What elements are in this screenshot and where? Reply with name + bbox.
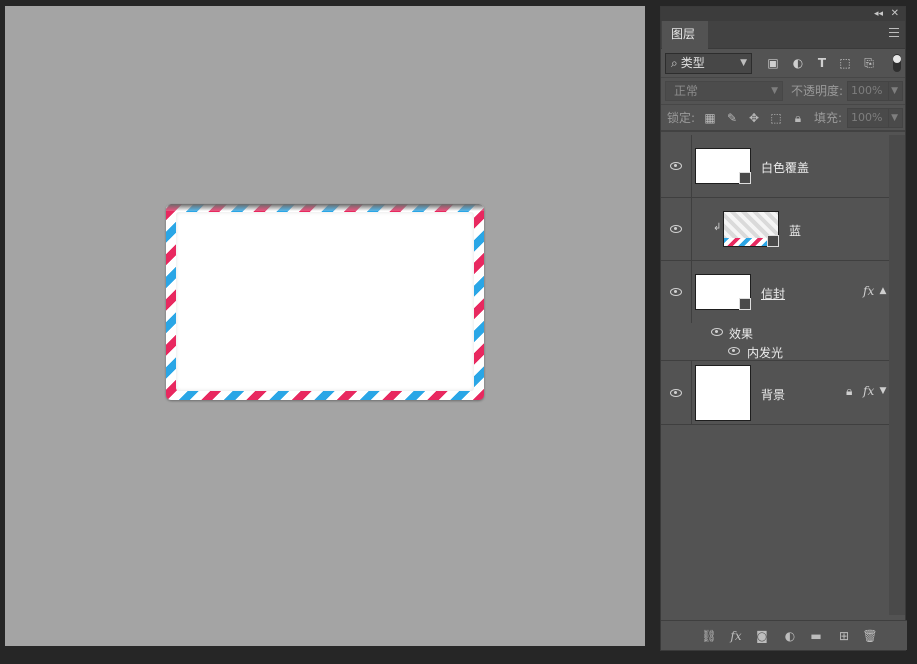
smart-object-badge	[739, 298, 751, 310]
layer-thumbnail	[723, 211, 779, 247]
blend-row: 正常 ▼ 不透明度: 100% ▼	[661, 78, 905, 105]
layer-thumbnail	[695, 148, 751, 184]
mask-icon[interactable]: ◙	[754, 628, 770, 644]
layer-name[interactable]: 蓝	[789, 222, 801, 239]
eye-icon[interactable]	[661, 361, 692, 424]
fill-value: 100%	[851, 111, 883, 124]
clip-arrow-icon: ↲	[713, 222, 722, 233]
collapse-icon[interactable]: ◂◂	[874, 7, 883, 21]
eye-icon[interactable]	[728, 347, 740, 355]
new-layer-icon[interactable]: ⊞	[836, 628, 852, 644]
layers-scrollbar[interactable]	[889, 135, 905, 615]
smart-object-filter-icon[interactable]: ⎘	[862, 56, 876, 70]
smart-object-badge	[767, 235, 779, 247]
tab-layers[interactable]: 图层	[662, 21, 708, 49]
close-panel-icon[interactable]: ✕	[891, 7, 899, 21]
eye-icon[interactable]	[661, 198, 692, 260]
chevron-up-icon[interactable]: ▲	[878, 286, 888, 296]
panel-titlebar: ◂◂ ✕	[661, 7, 905, 21]
chevron-down-icon: ▼	[740, 58, 747, 68]
layers-bottom-toolbar: ⛓ fx ◙ ◐ ▬ ⊞ 🗑︎	[661, 620, 907, 650]
layer-row[interactable]: 白色覆盖	[661, 135, 889, 198]
adjustment-icon[interactable]: ◐	[782, 628, 798, 644]
filter-kind-select[interactable]: ⌕ 类型 ▼	[665, 53, 752, 74]
lock-icon: 🔒︎	[846, 384, 853, 398]
shape-filter-icon[interactable]: ⬚	[838, 56, 852, 70]
envelope-artwork	[166, 204, 484, 400]
panel-tab-bar: 图层	[661, 21, 905, 49]
smart-object-badge	[739, 172, 751, 184]
layer-row[interactable]: ↲ 蓝	[661, 198, 889, 261]
layer-name[interactable]: 背景	[761, 386, 785, 403]
eye-icon[interactable]	[661, 135, 692, 197]
image-filter-icon[interactable]: ▣	[766, 56, 780, 70]
filter-toggle-switch[interactable]	[893, 54, 901, 72]
envelope-white-area	[176, 212, 474, 391]
panel-menu-icon[interactable]	[889, 28, 899, 37]
blend-mode-select[interactable]: 正常 ▼	[665, 81, 783, 101]
chevron-down-icon: ▼	[891, 86, 898, 96]
blend-mode-value: 正常	[674, 84, 699, 98]
effect-name: 内发光	[747, 346, 784, 360]
lock-label: 锁定:	[667, 111, 696, 125]
layer-row[interactable]: 背景 🔒︎ fx ▼	[661, 361, 889, 425]
chevron-down-icon: ▼	[771, 86, 778, 96]
fx-icon[interactable]: fx	[728, 628, 744, 644]
trash-icon[interactable]: 🗑︎	[862, 628, 878, 644]
effects-label: 效果	[729, 327, 754, 341]
fill-field[interactable]: 100% ▼	[847, 108, 903, 128]
fx-icon[interactable]: fx	[863, 284, 874, 298]
chevron-down-icon[interactable]: ▼	[878, 386, 888, 396]
layer-name[interactable]: 信封	[761, 285, 785, 302]
envelope-inner-shadow	[166, 204, 484, 211]
layer-name[interactable]: 白色覆盖	[761, 159, 809, 176]
fx-icon[interactable]: fx	[863, 384, 874, 398]
adjustment-filter-icon[interactable]: ◐	[791, 56, 805, 70]
document-canvas[interactable]	[5, 6, 645, 646]
lock-transparent-icon[interactable]: ▦	[703, 111, 717, 125]
search-icon: ⌕	[671, 56, 678, 70]
layer-thumbnail	[695, 365, 751, 421]
lock-all-icon[interactable]: 🔒︎	[791, 111, 805, 125]
lock-artboard-icon[interactable]: ⬚	[769, 111, 783, 125]
layer-filter-row: ⌕ 类型 ▼ ▣ ◐ T ⬚ ⎘	[661, 49, 905, 78]
eye-icon[interactable]	[661, 261, 692, 323]
opacity-value: 100%	[851, 84, 883, 97]
layers-list: 白色覆盖 ↲ 蓝 信封 fx ▲ 效果 内发光 背景 🔒︎ fx ▼	[661, 135, 889, 425]
type-filter-icon[interactable]: T	[815, 56, 829, 70]
lock-move-icon[interactable]: ✥	[747, 111, 761, 125]
eye-icon[interactable]	[711, 328, 723, 336]
layer-thumbnail	[695, 274, 751, 310]
lock-row: 锁定: ▦ ✎ ✥ ⬚ 🔒︎ 填充: 100% ▼	[661, 105, 905, 132]
fill-label: 填充:	[814, 111, 843, 125]
folder-icon[interactable]: ▬	[808, 628, 824, 644]
filter-kind-label: 类型	[680, 56, 705, 70]
layer-row[interactable]: 信封 fx ▲ 效果 内发光	[661, 261, 889, 361]
opacity-field[interactable]: 100% ▼	[847, 81, 903, 101]
layers-panel: ◂◂ ✕ 图层 ⌕ 类型 ▼ ▣ ◐ T ⬚ ⎘ 正常 ▼ 不透明度: 100% …	[660, 6, 907, 651]
chevron-down-icon: ▼	[891, 113, 898, 123]
opacity-label: 不透明度:	[791, 84, 844, 98]
lock-brush-icon[interactable]: ✎	[725, 111, 739, 125]
link-icon[interactable]: ⛓	[701, 628, 717, 644]
